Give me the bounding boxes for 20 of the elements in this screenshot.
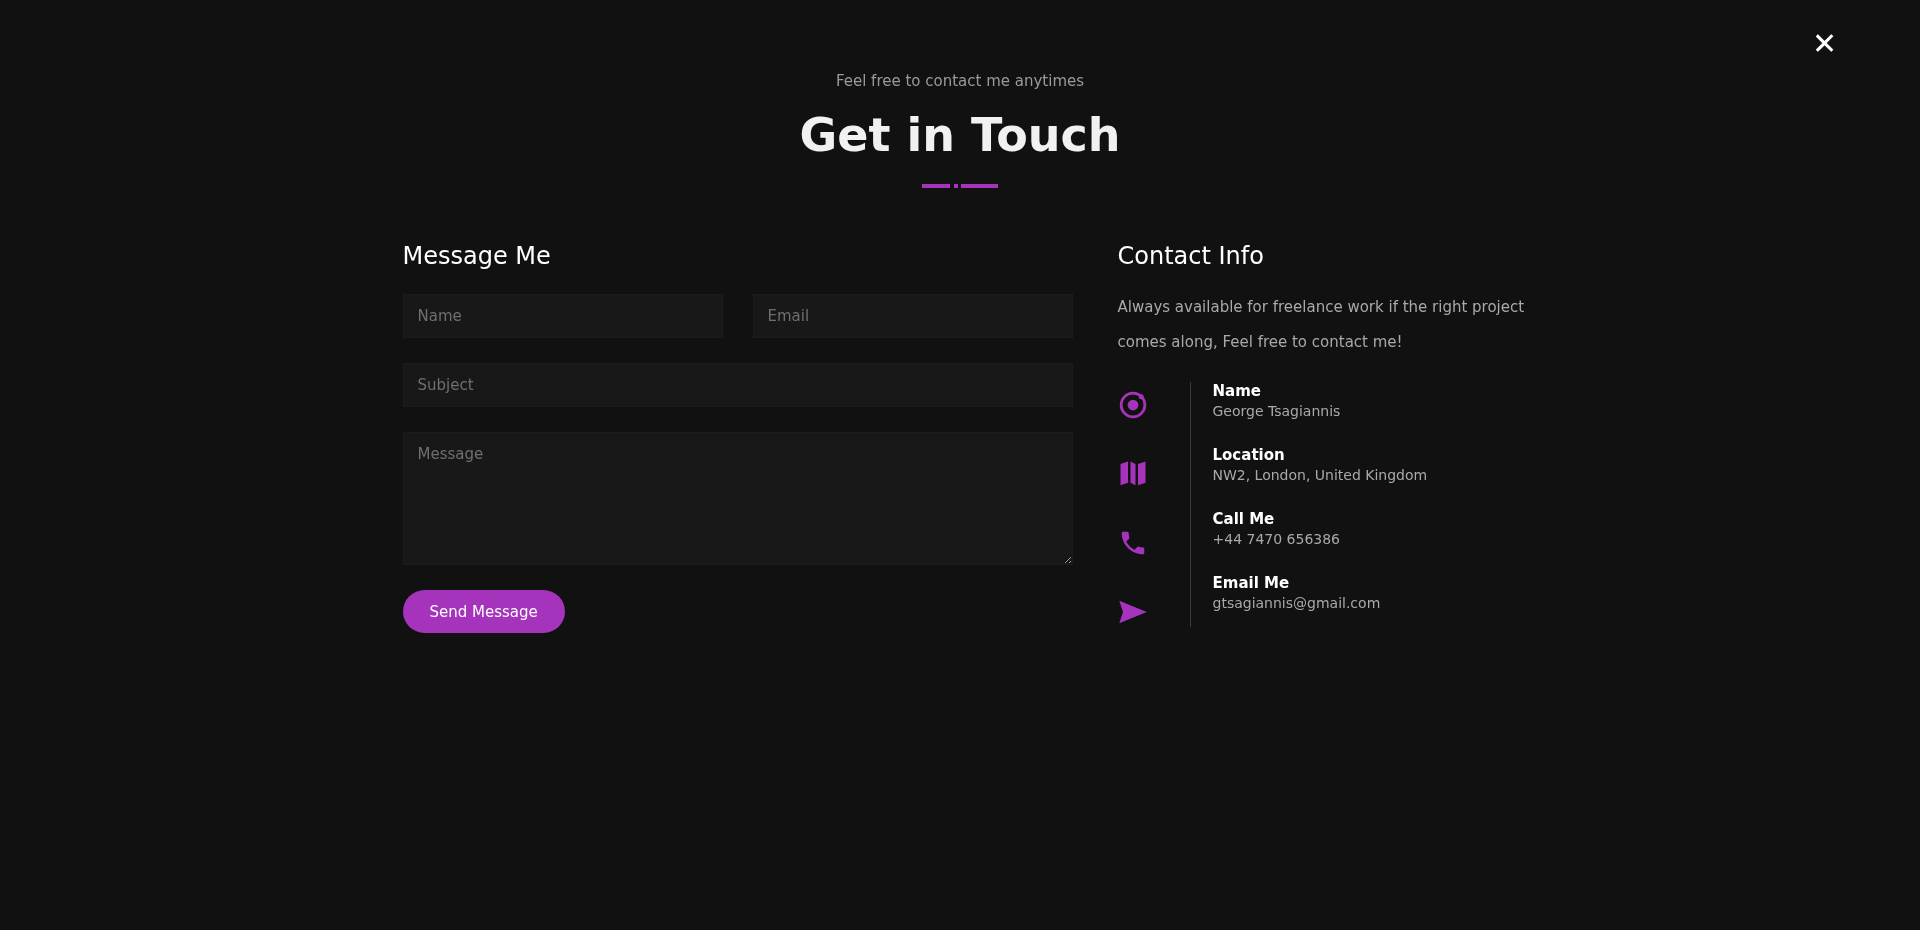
contact-label: Email Me [1212, 574, 1291, 592]
description: Always available for freelance work if the right project comes along, Feel free to contact me! [1117, 297, 1526, 353]
close-button[interactable]: ✕ [1806, 26, 1842, 62]
contact-value: gtsagiannis@gmail.com [1212, 595, 1382, 611]
section-heading: Contact Info [1117, 242, 1265, 270]
section-heading: Message Me [402, 242, 552, 270]
contact-label: Location [1212, 446, 1286, 464]
contact-value: NW2, London, United Kingdom [1212, 467, 1429, 483]
input-field[interactable]: Email [752, 294, 1073, 338]
contact-value: George Tsagiannis [1212, 403, 1342, 419]
send-button[interactable]: Send Message [402, 590, 565, 633]
input-field[interactable]: Subject [402, 363, 1073, 407]
contact-label: Call Me [1212, 510, 1276, 528]
contact-label: Name [1212, 382, 1262, 400]
message-field[interactable]: Message [402, 432, 1073, 565]
input-field[interactable]: Name [402, 294, 723, 338]
target-icon [1117, 390, 1148, 420]
subtitle: Feel free to contact me anytimes [835, 72, 1085, 90]
page-title: Get in Touch [799, 108, 1121, 162]
contact-value: +44 7470 656386 [1212, 531, 1342, 547]
